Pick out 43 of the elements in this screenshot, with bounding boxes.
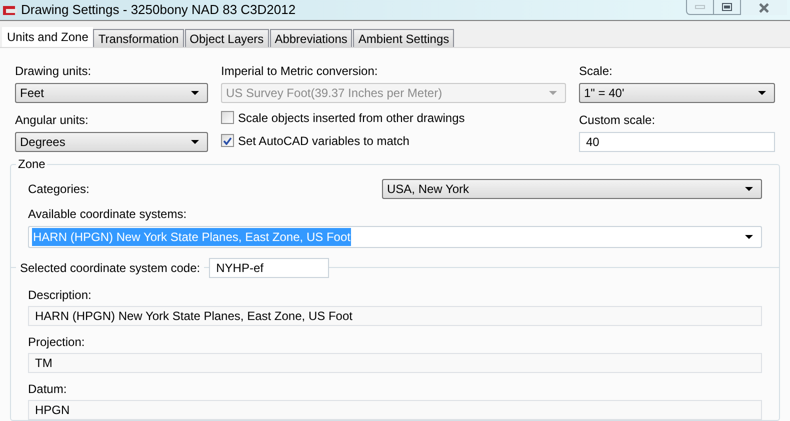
field-label: Selected coordinate system code: bbox=[19, 260, 202, 276]
dropdown-arrow-icon bbox=[758, 90, 766, 94]
tab[interactable]: Ambient Settings bbox=[353, 28, 454, 46]
dropdown[interactable]: USA, New York bbox=[382, 178, 762, 198]
group-title: Zone bbox=[16, 156, 48, 170]
tab[interactable]: Abbreviations bbox=[270, 28, 352, 46]
field-label: Angular units: bbox=[15, 112, 90, 128]
maximize-icon bbox=[722, 3, 732, 11]
dropdown[interactable]: 1" = 40' bbox=[579, 82, 775, 102]
field-label: Drawing units: bbox=[15, 62, 92, 80]
minimize-icon bbox=[695, 5, 705, 9]
checkbox-label: Set AutoCAD variables to match bbox=[238, 132, 410, 150]
dropdown[interactable]: Feet bbox=[15, 82, 208, 102]
app-icon bbox=[3, 4, 17, 16]
text-field[interactable]: TM bbox=[28, 352, 762, 372]
checkbox[interactable] bbox=[221, 134, 234, 147]
checkbox[interactable] bbox=[221, 111, 234, 124]
close-icon bbox=[758, 2, 770, 12]
text-field[interactable]: HPGN bbox=[28, 400, 762, 420]
dropdown-arrow-icon bbox=[745, 234, 753, 238]
tab[interactable]: Object Layers bbox=[184, 28, 269, 46]
field-label: Description: bbox=[28, 286, 92, 304]
code-field[interactable]: NYHP-ef bbox=[209, 258, 330, 278]
checkmark-icon bbox=[223, 136, 232, 144]
text-field[interactable]: HARN (HPGN) New York State Planes, East Zone, US Foot bbox=[28, 306, 762, 326]
field-label: Available coordinate systems: bbox=[28, 206, 188, 222]
window-title: Drawing Settings - 3250bony NAD 83 C3D2012 bbox=[21, 1, 296, 19]
field-label: Custom scale: bbox=[579, 112, 656, 128]
field-label: Categories: bbox=[28, 180, 90, 198]
dropdown[interactable]: Degrees bbox=[15, 132, 208, 152]
custom-scale-field[interactable]: 40 bbox=[579, 132, 775, 152]
tab[interactable]: Transformation bbox=[93, 28, 184, 46]
dropdown-arrow-icon bbox=[549, 90, 557, 94]
field-label: Scale: bbox=[579, 62, 614, 80]
dropdown-arrow-icon bbox=[191, 140, 199, 144]
dropdown-arrow-icon bbox=[745, 186, 753, 190]
maximize-button[interactable] bbox=[714, 0, 741, 15]
field-label: Datum: bbox=[28, 380, 68, 398]
tab[interactable]: Units and Zone bbox=[2, 26, 94, 46]
checkbox-label: Scale objects inserted from other drawings bbox=[238, 110, 465, 126]
field-label: Projection: bbox=[28, 334, 86, 350]
dropdown-arrow-icon bbox=[191, 90, 199, 94]
field-label: Imperial to Metric conversion: bbox=[221, 62, 379, 80]
